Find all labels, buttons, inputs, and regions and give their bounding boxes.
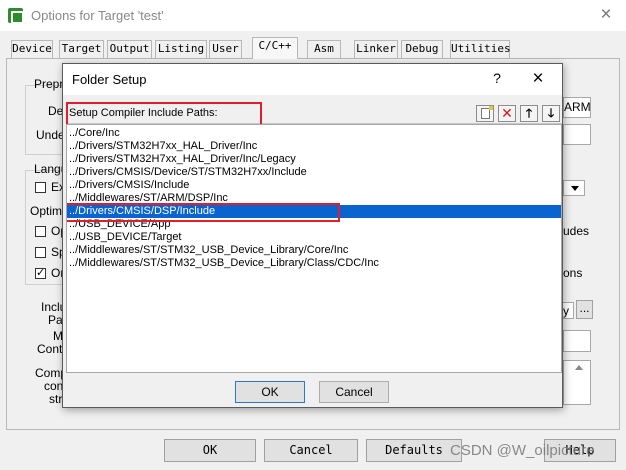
cancel-button[interactable]: Cancel bbox=[264, 439, 358, 462]
split-sections-checkbox[interactable] bbox=[35, 247, 46, 258]
keil-app-icon bbox=[8, 8, 24, 24]
undefine-input-tail[interactable] bbox=[563, 124, 591, 145]
move-up-button[interactable]: 🡑 bbox=[520, 105, 538, 122]
list-item[interactable]: ../Drivers/CMSIS/Device/ST/STM32H7xx/Inc… bbox=[67, 166, 561, 179]
new-path-button[interactable] bbox=[476, 105, 494, 122]
list-item[interactable]: ../Drivers/CMSIS/Include bbox=[67, 179, 561, 192]
define-input-tail-text: ARM bbox=[564, 100, 591, 114]
includes-label-tail: udes bbox=[563, 224, 590, 238]
defaults-button[interactable]: Defaults bbox=[366, 439, 462, 462]
watermark: CSDN @W_oilpicture bbox=[450, 442, 595, 459]
define-input-tail[interactable]: ARM bbox=[563, 97, 591, 118]
folder-setup-title-bar: Folder Setup ? × bbox=[63, 64, 562, 95]
include-paths-list[interactable]: ../Core/Inc ../Drivers/STM32H7xx_HAL_Dri… bbox=[66, 124, 562, 373]
list-item[interactable]: ../Core/Inc bbox=[67, 127, 561, 140]
tab-asm[interactable]: Asm bbox=[307, 40, 341, 58]
optimize-checkbox[interactable] bbox=[35, 226, 46, 237]
one-elf-checkbox[interactable] bbox=[35, 266, 46, 279]
folder-setup-title: Folder Setup bbox=[72, 72, 147, 87]
tab-listing[interactable]: Listing bbox=[155, 40, 207, 58]
dropdown-tail[interactable] bbox=[563, 180, 585, 196]
folder-setup-ok-button[interactable]: OK bbox=[235, 381, 305, 403]
folder-setup-help-button[interactable]: ? bbox=[489, 70, 505, 88]
tab-target[interactable]: Target bbox=[59, 40, 104, 58]
folder-setup-close-button[interactable]: × bbox=[526, 68, 550, 92]
browse-include-paths-button[interactable]: ... bbox=[576, 300, 593, 319]
delete-path-button[interactable]: ✕ bbox=[498, 105, 516, 122]
tab-debug[interactable]: Debug bbox=[401, 40, 443, 58]
arrow-down-icon: 🡓 bbox=[547, 106, 555, 120]
list-item[interactable]: ../Middlewares/ST/STM32_USB_Device_Libra… bbox=[67, 257, 561, 270]
list-item[interactable]: ../Drivers/STM32H7xx_HAL_Driver/Inc bbox=[67, 140, 561, 153]
include-paths-input-tail[interactable]: y bbox=[563, 302, 574, 319]
list-item[interactable]: ../Middlewares/ST/STM32_USB_Device_Libra… bbox=[67, 244, 561, 257]
optimization-label: Optim bbox=[30, 204, 63, 218]
tab-device[interactable]: Device bbox=[11, 40, 53, 58]
folder-setup-cancel-button[interactable]: Cancel bbox=[319, 381, 389, 403]
tab-user[interactable]: User bbox=[209, 40, 242, 58]
options-window-title: Options for Target 'test' bbox=[31, 8, 164, 23]
preprocessor-group-frame bbox=[25, 85, 65, 155]
tab-c-cpp[interactable]: C/C++ bbox=[252, 37, 298, 59]
move-down-button[interactable]: 🡓 bbox=[542, 105, 560, 122]
tab-utilities[interactable]: Utilities bbox=[450, 40, 511, 58]
selected-item-highlight-box bbox=[67, 203, 340, 222]
list-item[interactable]: ../Drivers/STM32H7xx_HAL_Driver/Inc/Lega… bbox=[67, 153, 561, 166]
include-paths-input-tail-text: y bbox=[563, 304, 569, 318]
delete-icon: ✕ bbox=[501, 105, 513, 121]
options-title-bar: Options for Target 'test' × bbox=[0, 0, 626, 31]
compiler-string-box-tail bbox=[563, 360, 591, 405]
tab-linker[interactable]: Linker bbox=[354, 40, 398, 58]
arrow-up-icon: 🡑 bbox=[525, 106, 533, 120]
header-highlight-box bbox=[66, 102, 262, 126]
options-label-tail: ons bbox=[563, 266, 583, 280]
new-folder-icon bbox=[481, 106, 493, 119]
options-close-button[interactable]: × bbox=[594, 4, 618, 28]
folder-setup-dialog: Folder Setup ? × Setup Compiler Include … bbox=[62, 63, 563, 408]
scroll-up-icon[interactable] bbox=[575, 365, 583, 370]
ok-button[interactable]: OK bbox=[164, 439, 256, 462]
misc-controls-input-tail[interactable] bbox=[563, 330, 591, 352]
include-paths-header: Setup Compiler Include Paths: ✕ 🡑 🡓 bbox=[66, 102, 562, 126]
execute-only-checkbox[interactable] bbox=[35, 182, 46, 193]
tab-output[interactable]: Output bbox=[107, 40, 152, 58]
list-item[interactable]: ../USB_DEVICE/Target bbox=[67, 231, 561, 244]
chevron-down-icon bbox=[571, 186, 579, 191]
